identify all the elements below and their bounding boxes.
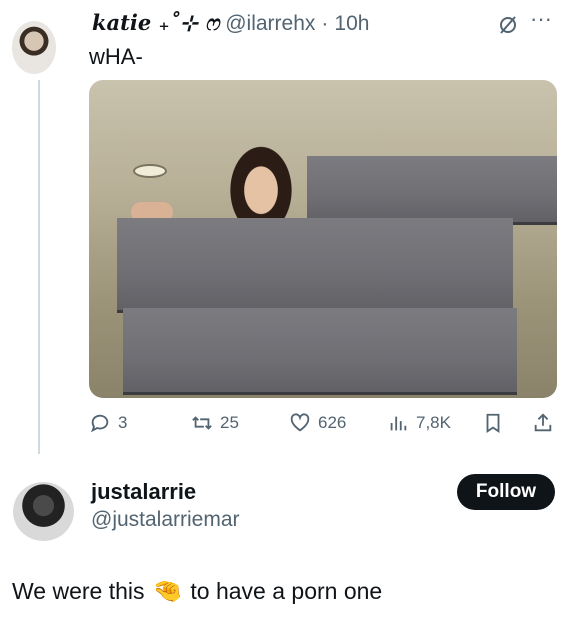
ceiling-light [133, 164, 167, 178]
display-name[interactable]: katie ₊˚⊹ ෆ [92, 10, 219, 36]
like-icon [290, 413, 310, 432]
follow-button[interactable]: Follow [457, 474, 555, 510]
pinch-emoji: 🤏 [152, 578, 183, 605]
avatar[interactable] [12, 21, 56, 74]
suggested-avatar[interactable] [13, 482, 74, 541]
caption: We were this 🤏 to have a porn one [12, 577, 382, 606]
action-bar: 3 25 626 7,8K [89, 412, 557, 440]
bookmark-button[interactable] [482, 412, 504, 434]
more-icon[interactable]: ··· [530, 8, 552, 30]
tweet-media[interactable] [89, 80, 557, 398]
share-button[interactable] [532, 412, 554, 434]
caption-before: We were this [12, 578, 145, 604]
retweet-button[interactable]: 25 [191, 412, 239, 434]
like-button[interactable]: 626 [289, 412, 346, 434]
views-button[interactable]: 7,8K [387, 412, 451, 434]
censor-block [307, 156, 557, 222]
reply-icon [90, 414, 109, 433]
like-count: 626 [318, 413, 347, 432]
share-icon [534, 413, 552, 432]
reply-count: 3 [118, 413, 128, 432]
bookmark-icon [486, 413, 500, 433]
views-count: 7,8K [416, 413, 451, 432]
separator: · [321, 12, 329, 35]
handle[interactable]: @ilarrehx [225, 12, 315, 36]
timestamp[interactable]: 10h [334, 12, 369, 36]
suggested-handle[interactable]: @justalarriemar [91, 508, 240, 532]
grok-icon[interactable] [497, 14, 519, 40]
thread-line [38, 80, 40, 454]
suggested-name[interactable]: justalarrie [91, 479, 196, 505]
reply-button[interactable]: 3 [89, 412, 127, 434]
tweet-header: katie ₊˚⊹ ෆ @ilarrehx · 10h [92, 10, 369, 36]
censor-block [123, 308, 517, 392]
censor-block [117, 218, 513, 310]
retweet-count: 25 [220, 413, 239, 432]
person [222, 135, 300, 227]
retweet-icon [192, 416, 212, 430]
tweet-text: wHA- [89, 44, 143, 69]
caption-after: to have a porn one [190, 578, 383, 604]
views-icon [390, 416, 407, 431]
